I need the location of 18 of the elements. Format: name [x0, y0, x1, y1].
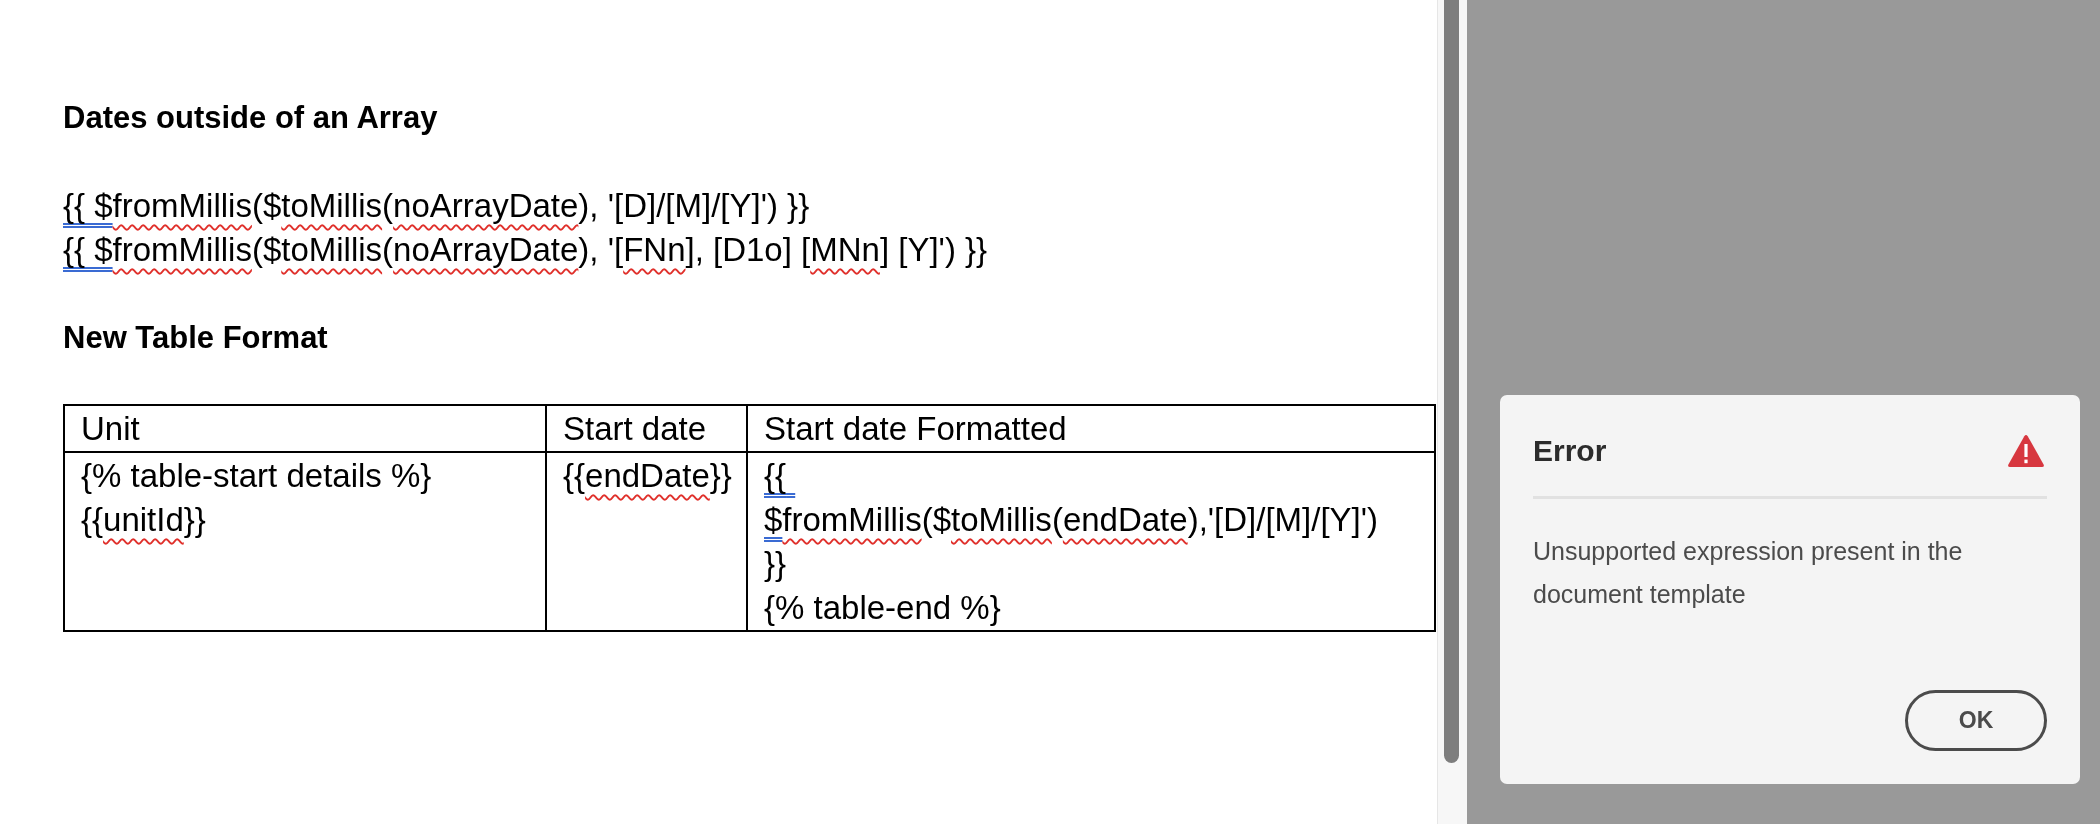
cell-text: {% table-end %} [764, 588, 1001, 628]
scrollbar-track[interactable] [1437, 0, 1467, 824]
column-header: Unit [64, 405, 546, 452]
template-expression: {{ $fromMillis($toMillis(noArrayDate), '[D]/[M]/[Y]') }} [63, 186, 810, 226]
section-heading: Dates outside of an Array [63, 99, 438, 137]
cell-text: {{endDate}} [563, 456, 732, 496]
column-header: Start date Formatted [747, 405, 1435, 452]
cell-text: {% table-start details %} [81, 456, 432, 496]
dialog-message: Unsupported expression present in the document template [1533, 536, 1964, 610]
dialog-title: Error [1533, 433, 1607, 469]
cell-text: {{ $fromMillis($toMillis(endDate),'[D]/[M]/[Y]') }} [764, 456, 1380, 584]
column-header: Start date [546, 405, 747, 452]
warning-icon [2008, 435, 2044, 467]
scrollbar-thumb[interactable] [1444, 0, 1459, 763]
section-heading: New Table Format [63, 319, 328, 357]
template-expression: {{ $fromMillis($toMillis(noArrayDate), '[FNn], [D1o] [MNn] [Y]') }} [63, 230, 988, 270]
ok-button[interactable]: OK [1905, 690, 2047, 751]
cell-text: {{unitId}} [81, 500, 206, 540]
